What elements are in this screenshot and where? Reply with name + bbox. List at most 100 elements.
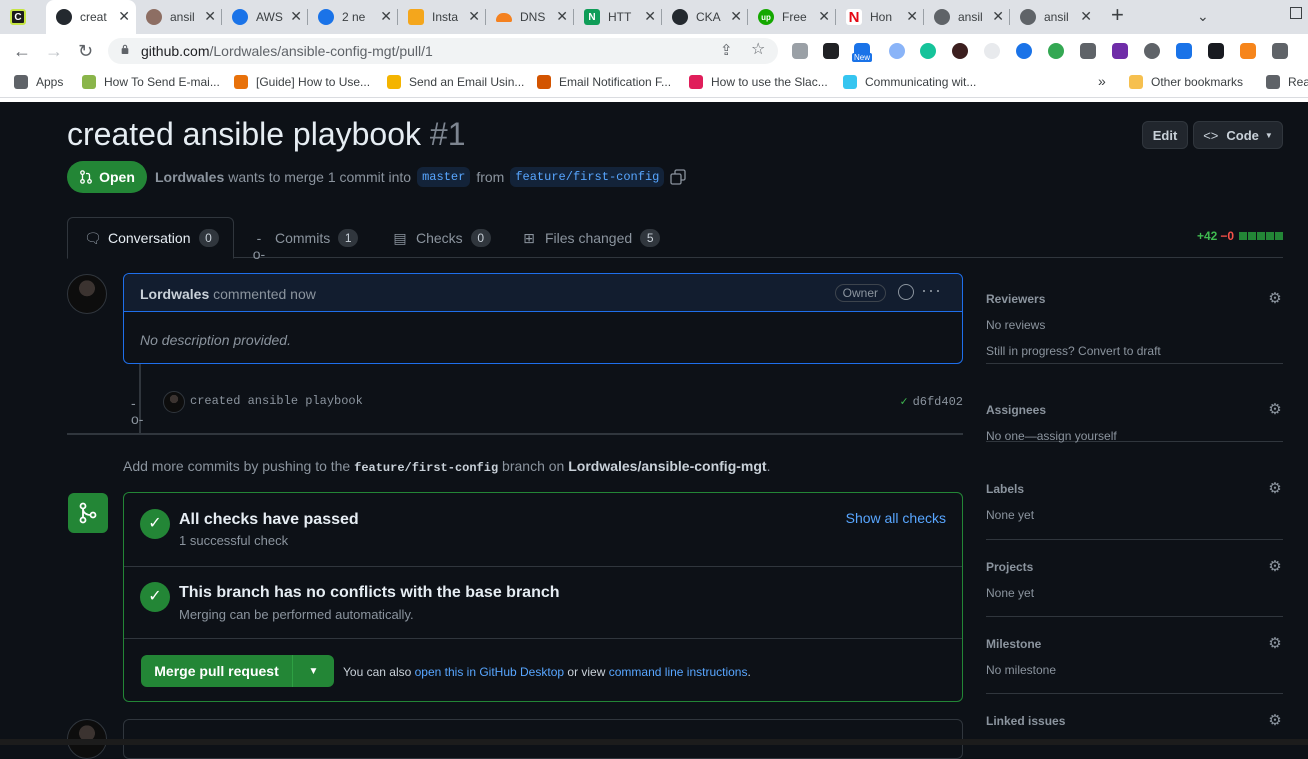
close-tab-icon[interactable]: ✕ — [556, 9, 568, 23]
extension-medium-icon[interactable] — [823, 43, 839, 59]
add-reaction-smiley-icon[interactable] — [898, 284, 914, 300]
command-line-instructions-link[interactable]: command line instructions — [609, 665, 748, 679]
extension-new-icon[interactable]: New — [852, 43, 873, 62]
merge-button-label[interactable]: Merge pull request — [141, 655, 293, 687]
extension-purple-icon[interactable] — [1112, 43, 1128, 59]
more-bookmarks-chevron[interactable]: » — [1098, 73, 1106, 89]
browser-tab-8[interactable]: CKA ✕ — [662, 0, 748, 34]
extension-green-icon[interactable] — [1048, 43, 1064, 59]
extension-k-icon[interactable] — [952, 43, 968, 59]
tab-title: CKA — [696, 10, 721, 24]
comment-time[interactable]: commented now — [213, 286, 316, 302]
extension-code-icon[interactable] — [792, 43, 808, 59]
gear-icon[interactable]: ⚙ — [1267, 291, 1283, 307]
gear-icon[interactable]: ⚙ — [1267, 713, 1283, 729]
extension-search-icon[interactable] — [984, 43, 1000, 59]
tab-commits[interactable]: -o- Commits 1 — [251, 217, 359, 262]
close-tab-icon[interactable]: ✕ — [468, 9, 480, 23]
browser-tab-12[interactable]: ansil ✕ — [1010, 0, 1098, 34]
tab-files-changed[interactable]: ⊞ Files changed 5 — [521, 217, 661, 258]
sidebar-heading[interactable]: Labels — [986, 482, 1024, 496]
tab-search-chevron-icon[interactable]: ⌄ — [1197, 6, 1209, 26]
close-tab-icon[interactable]: ✕ — [204, 9, 216, 23]
close-tab-icon[interactable]: ✕ — [992, 9, 1004, 23]
url-omnibox[interactable]: github.com/Lordwales/ansible-config-mgt/… — [108, 38, 778, 64]
extension-binance-icon[interactable] — [1208, 43, 1224, 59]
puzzle-extensions-icon[interactable] — [1272, 43, 1288, 59]
commit-sha-link[interactable]: d6fd402 — [913, 395, 963, 409]
bookmark-item[interactable]: Email Notification F... — [537, 75, 671, 89]
merge-pull-request-button[interactable]: Merge pull request ▼ — [141, 655, 334, 687]
edit-title-button[interactable]: Edit — [1142, 121, 1188, 149]
bookmark-item[interactable]: How To Send E-mai... — [82, 75, 220, 89]
copy-icon[interactable] — [670, 169, 687, 185]
browser-tab-4[interactable]: 2 ne ✕ — [308, 0, 398, 34]
browser-tab-7[interactable]: N HTT ✕ — [574, 0, 662, 34]
metamask-icon[interactable] — [1240, 43, 1256, 59]
close-tab-icon[interactable]: ✕ — [118, 9, 130, 23]
bookmark-item[interactable]: How to use the Slac... — [689, 75, 828, 89]
gear-icon[interactable]: ⚙ — [1267, 402, 1283, 418]
grammarly-icon[interactable] — [920, 43, 936, 59]
extension-messenger-icon[interactable] — [1176, 43, 1192, 59]
base-branch-label[interactable]: master — [417, 167, 471, 187]
bookmark-item[interactable]: Communicating wit... — [843, 75, 976, 89]
head-branch-label[interactable]: feature/first-config — [510, 167, 665, 187]
gear-icon[interactable]: ⚙ — [1267, 636, 1283, 652]
check-icon[interactable]: ✓ — [900, 395, 907, 409]
more-options-kebab-icon[interactable]: ··· — [921, 280, 942, 301]
sidebar-heading[interactable]: Reviewers — [986, 292, 1045, 306]
extension-blue-circle-icon[interactable] — [889, 43, 905, 59]
sidebar-heading[interactable]: Assignees — [986, 403, 1046, 417]
convert-to-draft-link[interactable]: Still in progress? Convert to draft — [986, 344, 1161, 358]
tab-conversation[interactable]: 🗨 Conversation 0 — [67, 217, 234, 259]
forward-icon[interactable]: → — [45, 41, 63, 61]
bookmark-item[interactable]: [Guide] How to Use... — [234, 75, 370, 89]
close-tab-icon[interactable]: ✕ — [730, 9, 742, 23]
sidebar-heading[interactable]: Linked issues — [986, 714, 1065, 728]
merge-options-caret-icon[interactable]: ▼ — [293, 655, 334, 687]
extension-fb-icon[interactable] — [1080, 43, 1096, 59]
browser-tab-10[interactable]: N Hon ✕ — [836, 0, 924, 34]
close-tab-icon[interactable]: ✕ — [1080, 9, 1092, 23]
window-restore-icon[interactable] — [1290, 7, 1302, 19]
gear-icon[interactable]: ⚙ — [1267, 559, 1283, 575]
code-dropdown-button[interactable]: <> Code ▼ — [1193, 121, 1283, 149]
close-tab-icon[interactable]: ✕ — [818, 9, 830, 23]
gear-icon[interactable]: ⚙ — [1267, 481, 1283, 497]
comment-author-avatar[interactable] — [67, 274, 107, 314]
browser-tab-1[interactable]: creat ✕ — [46, 0, 136, 34]
new-tab-icon[interactable]: + — [1111, 4, 1124, 26]
open-in-desktop-link[interactable]: open this in GitHub Desktop — [415, 665, 564, 679]
browser-tab-3[interactable]: AWS ✕ — [222, 0, 308, 34]
bookmark-reading-list[interactable]: Rea — [1266, 75, 1308, 89]
bookmark-apps[interactable]: Apps — [14, 75, 63, 89]
browser-tab-2[interactable]: ansil ✕ — [136, 0, 222, 34]
browser-tab-0[interactable]: C — [0, 0, 46, 34]
star-bookmark-icon[interactable]: ☆ — [751, 40, 765, 60]
assign-yourself-link[interactable]: No one—assign yourself — [986, 429, 1117, 443]
browser-tab-9[interactable]: up Free ✕ — [748, 0, 836, 34]
pr-author-link[interactable]: Lordwales — [155, 169, 224, 185]
browser-tab-6[interactable]: DNS ✕ — [486, 0, 574, 34]
close-tab-icon[interactable]: ✕ — [644, 9, 656, 23]
browser-tab-11[interactable]: ansil ✕ — [924, 0, 1010, 34]
show-all-checks-link[interactable]: Show all checks — [846, 510, 946, 526]
browser-tab-5[interactable]: Insta ✕ — [398, 0, 486, 34]
facebook-icon[interactable] — [1144, 43, 1160, 59]
close-tab-icon[interactable]: ✕ — [380, 9, 392, 23]
bookmark-other[interactable]: Other bookmarks — [1129, 75, 1243, 89]
back-icon[interactable]: ← — [13, 41, 31, 61]
close-tab-icon[interactable]: ✕ — [290, 9, 302, 23]
sidebar-heading[interactable]: Projects — [986, 560, 1033, 574]
share-icon[interactable]: ⇪ — [720, 41, 733, 61]
sidebar-heading[interactable]: Milestone — [986, 637, 1041, 651]
commit-message-link[interactable]: created ansible playbook — [190, 394, 363, 408]
comment-author-link[interactable]: Lordwales — [140, 286, 209, 302]
commit-author-avatar[interactable] — [163, 391, 185, 413]
extension-play-icon[interactable] — [1016, 43, 1032, 59]
reload-icon[interactable]: ↻ — [78, 41, 93, 61]
bookmark-item[interactable]: Send an Email Usin... — [387, 75, 524, 89]
tab-checks[interactable]: ▤ Checks 0 — [392, 217, 491, 258]
close-tab-icon[interactable]: ✕ — [906, 9, 918, 23]
